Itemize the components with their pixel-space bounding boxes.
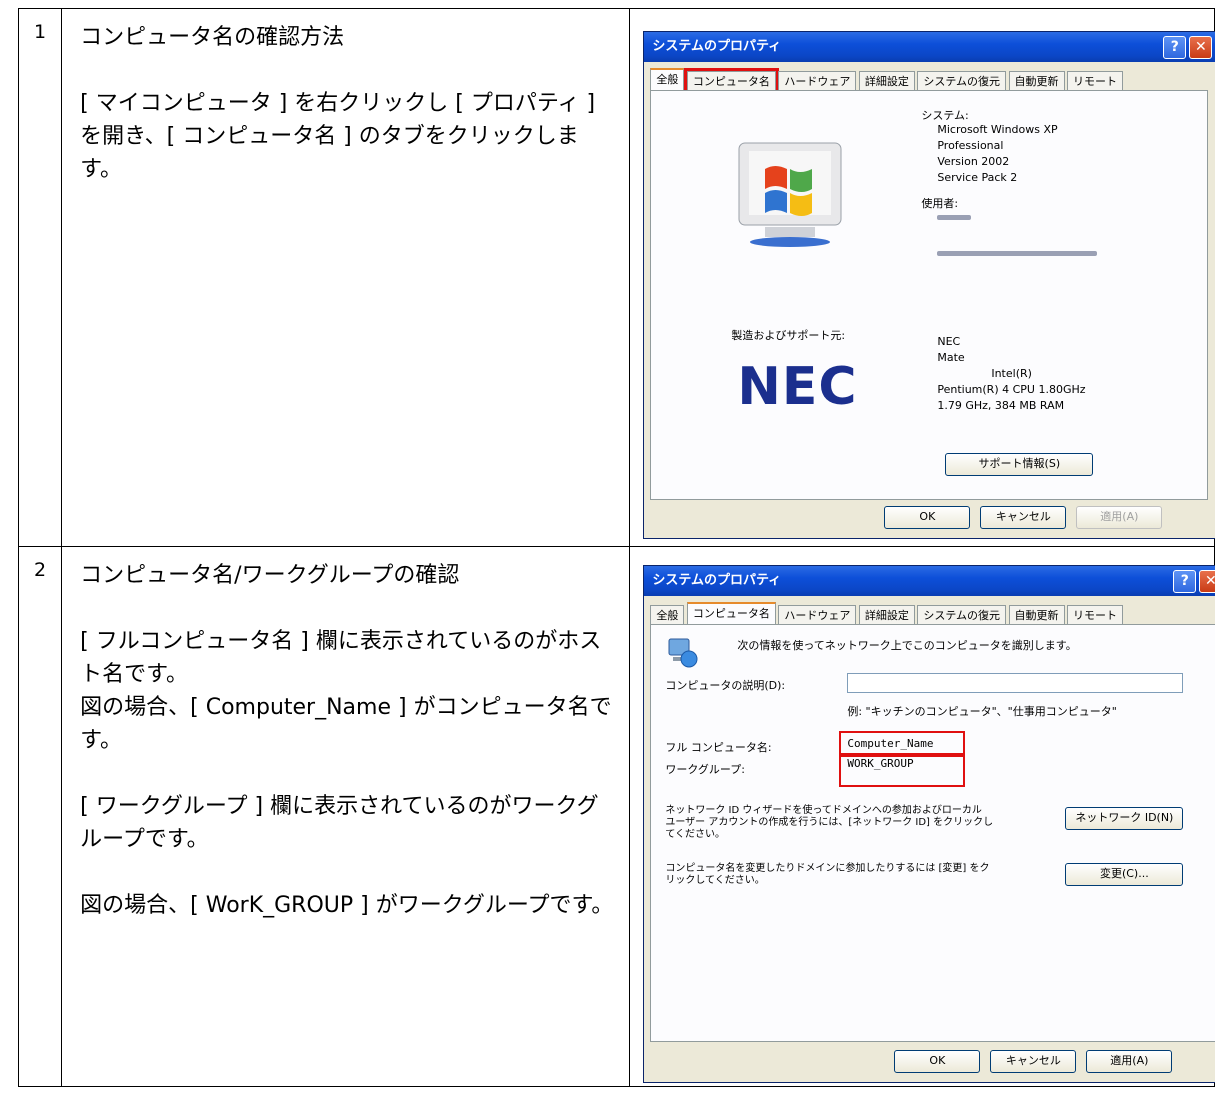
system-properties-dialog-computer-name: システムのプロパティ ? ✕ 全般 コンピュータ名 ハードウェア 詳細設定 シス… (643, 565, 1215, 1083)
help-icon[interactable]: ? (1173, 570, 1197, 593)
computer-name-panel: 次の情報を使ってネットワーク上でこのコンピュータを識別します。 コンピュータの説… (650, 624, 1215, 1042)
tab-system-restore[interactable]: システムの復元 (917, 605, 1007, 625)
dialog-title: システムのプロパティ (652, 573, 782, 588)
tab-strip: 全般 コンピュータ名 ハードウェア 詳細設定 システムの復元 自動更新 リモート (650, 68, 1124, 94)
cancel-button[interactable]: キャンセル (990, 1050, 1077, 1073)
screenshot-cell: システムのプロパティ ? ✕ 全般 コンピュータ名 ハードウェア 詳細設定 シス… (629, 8, 1215, 547)
network-id-text: てください。 (665, 829, 726, 840)
tab-computer-name[interactable]: コンピュータ名 (683, 68, 779, 94)
step-row-2: 2 コンピュータ名/ワークグループの確認 [ フルコンピュータ名 ] 欄に表示さ… (17, 546, 1215, 1087)
monitor-windows-logo-icon (738, 142, 842, 247)
cancel-button[interactable]: キャンセル (980, 506, 1067, 529)
network-id-button[interactable]: ネットワーク ID(N) (1065, 807, 1184, 830)
redacted-user (937, 215, 972, 220)
tab-advanced[interactable]: 詳細設定 (858, 71, 915, 91)
screenshot-cell: システムのプロパティ ? ✕ 全般 コンピュータ名 ハードウェア 詳細設定 シス… (629, 546, 1215, 1087)
maker-line: NEC (937, 335, 961, 348)
tab-remote[interactable]: リモート (1067, 605, 1124, 625)
step-number: 1 (17, 8, 63, 547)
ok-button[interactable]: OK (894, 1050, 981, 1073)
tab-computer-name[interactable]: コンピュータ名 (686, 602, 776, 625)
title-bar: システムのプロパティ ? ✕ (644, 32, 1215, 62)
description-label: コンピュータの説明(D): (665, 679, 786, 692)
network-computer-icon (668, 638, 698, 668)
apply-button[interactable]: 適用(A) (1076, 506, 1163, 529)
help-icon[interactable]: ? (1163, 36, 1187, 59)
maker-line: Intel(R) (991, 367, 1032, 380)
highlight-box (839, 753, 966, 787)
system-line: Version 2002 (937, 155, 1010, 168)
user-label: 使用者: (921, 197, 959, 210)
step-text: 図の場合、[ WorK_GROUP ] がワークグループです。 (80, 893, 614, 918)
step-text: 図の場合、[ Computer_Name ] がコンピュータ名です。 (80, 695, 612, 753)
general-panel: システム: Microsoft Windows XP Professional … (650, 90, 1209, 500)
dialog-title: システムのプロパティ (652, 39, 782, 54)
change-text: リックしてください。 (665, 875, 765, 886)
step-title: コンピュータ名の確認方法 (80, 25, 345, 50)
tab-remote[interactable]: リモート (1067, 71, 1124, 91)
title-bar: システムのプロパティ ? ✕ (644, 566, 1215, 596)
system-line: Microsoft Windows XP (937, 123, 1058, 136)
system-line: Service Pack 2 (937, 171, 1018, 184)
maker-line: 1.79 GHz, 384 MB RAM (937, 399, 1065, 412)
tab-system-restore[interactable]: システムの復元 (917, 71, 1007, 91)
step-description: コンピュータ名の確認方法 [ マイコンピュータ ] を右クリックし [ プロパテ… (61, 8, 631, 547)
description-example: 例: "キッチンのコンピュータ"、"仕事用コンピュータ" (847, 705, 1117, 718)
workgroup-label: ワークグループ: (665, 763, 745, 776)
tab-general[interactable]: 全般 (650, 605, 685, 625)
support-info-button[interactable]: サポート情報(S) (945, 453, 1094, 476)
step-title: コンピュータ名/ワークグループの確認 (80, 563, 460, 588)
tab-hardware[interactable]: ハードウェア (778, 71, 857, 91)
tab-advanced[interactable]: 詳細設定 (858, 605, 915, 625)
intro-text: 次の情報を使ってネットワーク上でこのコンピュータを識別します。 (737, 639, 1077, 652)
close-icon[interactable]: ✕ (1199, 570, 1215, 593)
step-row-1: 1 コンピュータ名の確認方法 [ マイコンピュータ ] を右クリックし [ プロ… (17, 8, 1215, 547)
apply-button[interactable]: 適用(A) (1086, 1050, 1173, 1073)
redacted-product-id (937, 251, 1098, 256)
computer-description-input[interactable] (847, 673, 1184, 693)
system-line: Professional (937, 139, 1004, 152)
close-icon[interactable]: ✕ (1189, 36, 1213, 59)
step-number: 2 (17, 546, 63, 1087)
maker-line: Mate (937, 351, 965, 364)
change-button[interactable]: 変更(C)... (1065, 863, 1184, 886)
system-label: システム: (921, 109, 969, 122)
full-name-label: フル コンピュータ名: (665, 741, 772, 754)
step-text: [ ワークグループ ] 欄に表示されているのがワークグループです。 (80, 794, 599, 852)
tab-hardware[interactable]: ハードウェア (778, 605, 857, 625)
instruction-table: 1 コンピュータ名の確認方法 [ マイコンピュータ ] を右クリックし [ プロ… (17, 8, 1215, 1087)
step-text: [ マイコンピュータ ] を右クリックし [ プロパティ ] を開き、[ コンピ… (80, 91, 596, 182)
system-properties-dialog-general: システムのプロパティ ? ✕ 全般 コンピュータ名 ハードウェア 詳細設定 シス… (643, 31, 1215, 539)
tab-automatic-updates[interactable]: 自動更新 (1008, 71, 1065, 91)
maker-line: Pentium(R) 4 CPU 1.80GHz (937, 383, 1086, 396)
maker-label: 製造およびサポート元: (731, 329, 846, 342)
step-description: コンピュータ名/ワークグループの確認 [ フルコンピュータ名 ] 欄に表示されて… (61, 546, 631, 1087)
tab-strip: 全般 コンピュータ名 ハードウェア 詳細設定 システムの復元 自動更新 リモート (650, 602, 1124, 625)
tab-general[interactable]: 全般 (650, 68, 685, 91)
ok-button[interactable]: OK (884, 506, 971, 529)
nec-logo: NEC (737, 357, 858, 417)
step-text: [ フルコンピュータ名 ] 欄に表示されているのがホスト名です。 (80, 629, 602, 687)
tab-automatic-updates[interactable]: 自動更新 (1008, 605, 1065, 625)
